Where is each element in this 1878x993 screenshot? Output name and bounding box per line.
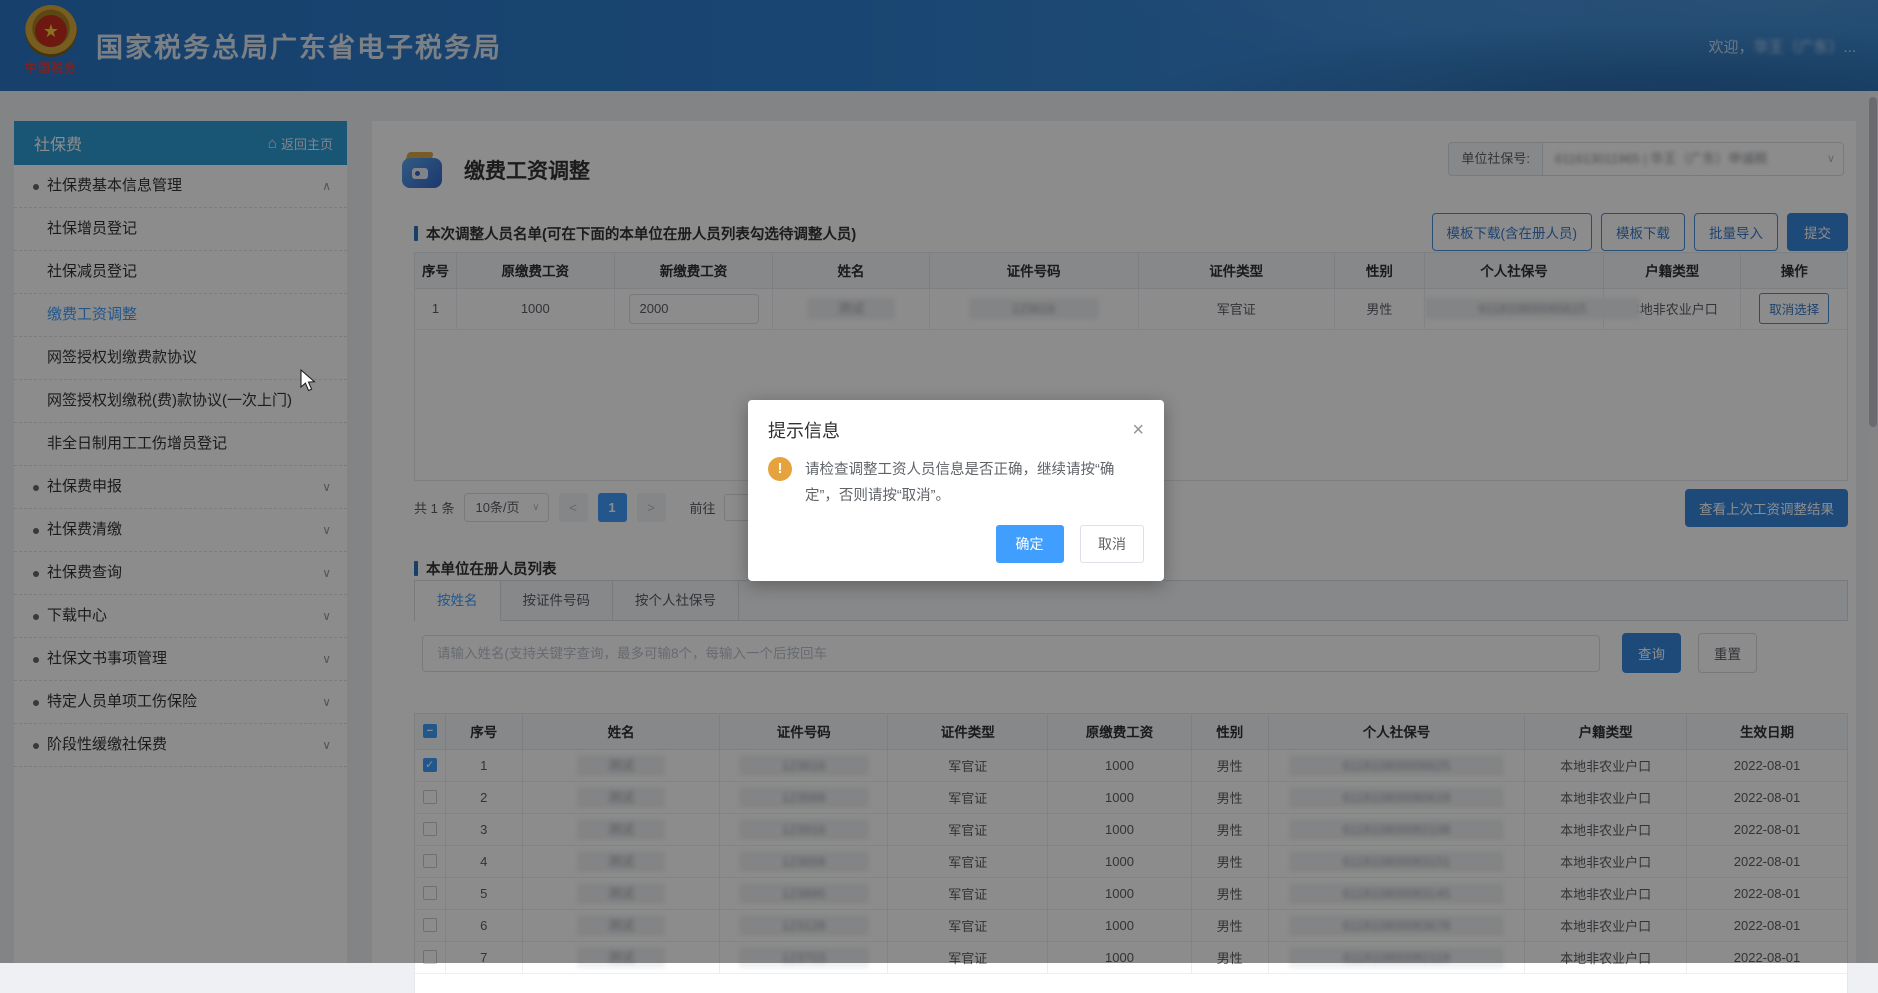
dialog-body: ! 请检查调整工资人员信息是否正确，继续请按“确定”，否则请按“取消”。 bbox=[748, 449, 1164, 513]
confirm-button[interactable]: 确定 bbox=[996, 525, 1064, 563]
dialog-message: 请检查调整工资人员信息是否正确，继续请按“确定”，否则请按“取消”。 bbox=[805, 457, 1135, 509]
dialog-title: 提示信息 bbox=[768, 417, 840, 443]
close-icon[interactable]: × bbox=[1132, 422, 1144, 438]
cancel-button[interactable]: 取消 bbox=[1080, 525, 1144, 563]
warning-icon: ! bbox=[768, 457, 792, 481]
dialog-header: 提示信息 × bbox=[748, 400, 1164, 449]
dialog-footer: 确定 取消 bbox=[748, 513, 1164, 581]
alert-dialog: 提示信息 × ! 请检查调整工资人员信息是否正确，继续请按“确定”，否则请按“取… bbox=[748, 400, 1164, 581]
